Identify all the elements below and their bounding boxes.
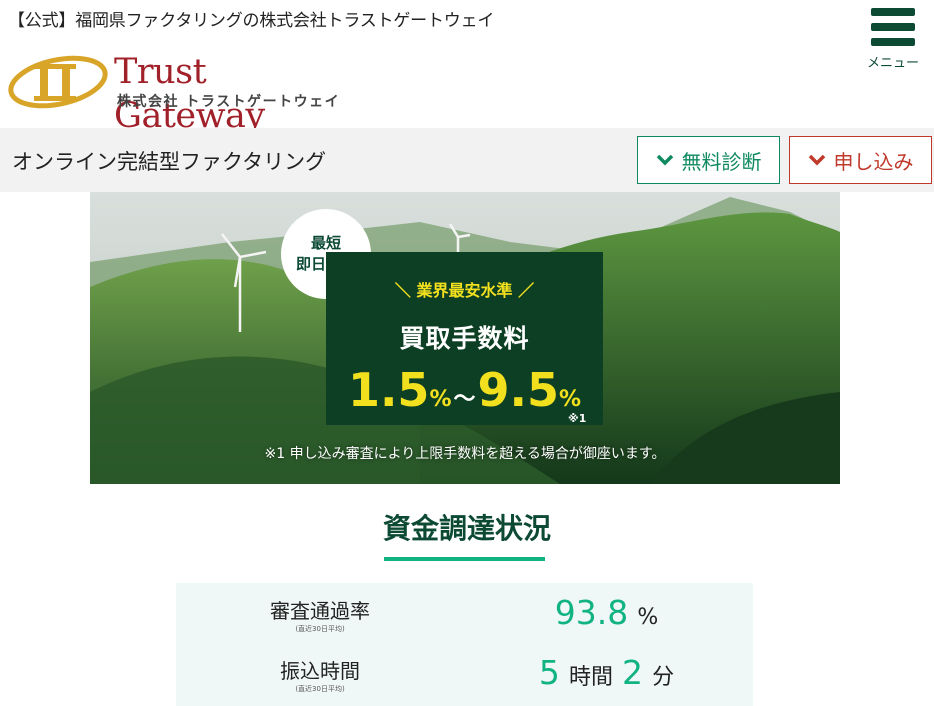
apply-label: 申し込み	[833, 149, 914, 174]
apply-button[interactable]: 申し込み	[789, 136, 932, 184]
approval-rate-number: 93.8	[554, 593, 629, 632]
transfer-minutes-unit: 分	[652, 665, 675, 690]
rate-high: 9.5	[477, 363, 560, 417]
section-underline	[384, 557, 545, 561]
funding-stats: 審査通過率 (直近30日平均) 93.8 % 振込時間 (直近30日平均) 5 …	[176, 583, 753, 706]
hero-banner[interactable]: 最短 即日振込 ＼ 業界最安水準 ／ 買取手数料 1.5%～9.5% ※1 ※1…	[90, 192, 840, 484]
transfer-hours-number: 5	[538, 653, 560, 692]
hero-footnote: ※1 申し込み審査により上限手数料を超える場合が御座います。	[264, 446, 666, 462]
logo-subtitle: 株式会社 トラストゲートウェイ	[117, 94, 341, 110]
menu-label: メニュー	[866, 56, 919, 71]
badge-line-1: 最短	[310, 234, 341, 252]
transfer-time-label: 振込時間	[280, 659, 360, 683]
transfer-minutes-number: 2	[622, 653, 644, 692]
chevron-down-icon	[808, 154, 825, 166]
free-diagnosis-button[interactable]: 無料診断	[637, 136, 780, 184]
menu-button[interactable]: メニュー	[864, 6, 922, 71]
promo-fee-heading: 買取手数料	[399, 324, 530, 353]
approval-rate-label: 審査通過率	[270, 599, 370, 623]
free-diagnosis-label: 無料診断	[681, 149, 762, 174]
section-title: 資金調達状況	[382, 512, 551, 545]
rate-tilde: ～	[453, 387, 476, 412]
promo-lowest-level: ＼ 業界最安水準 ／	[394, 281, 535, 300]
logo-emblem-icon	[8, 55, 108, 109]
promo-note-mark: ※1	[568, 412, 587, 425]
logo[interactable]: Trust Gateway 株式会社 トラストゲートウェイ	[6, 50, 346, 136]
fee-promo-box: ＼ 業界最安水準 ／ 買取手数料 1.5%～9.5% ※1	[326, 252, 603, 425]
rate-low: 1.5	[347, 363, 430, 417]
transfer-time-value: 5 時間 2 分	[464, 653, 753, 692]
approval-rate-unit: %	[637, 605, 659, 630]
rate-low-unit: %	[429, 387, 452, 412]
promo-fee-rate: 1.5%～9.5%	[326, 363, 603, 417]
chevron-down-icon	[656, 154, 673, 166]
rate-high-unit: %	[559, 387, 582, 412]
sub-navbar: オンライン完結型ファクタリング 無料診断 申し込み	[0, 128, 934, 192]
service-title: オンライン完結型ファクタリング	[12, 150, 327, 174]
tagline: 【公式】福岡県ファクタリングの株式会社トラストゲートウェイ	[8, 11, 495, 31]
approval-rate-value: 93.8 %	[464, 593, 753, 632]
transfer-hours-unit: 時間	[568, 665, 613, 690]
hamburger-icon	[871, 8, 915, 46]
transfer-time-note: (直近30日平均)	[295, 685, 345, 693]
approval-rate-note: (直近30日平均)	[295, 625, 345, 633]
